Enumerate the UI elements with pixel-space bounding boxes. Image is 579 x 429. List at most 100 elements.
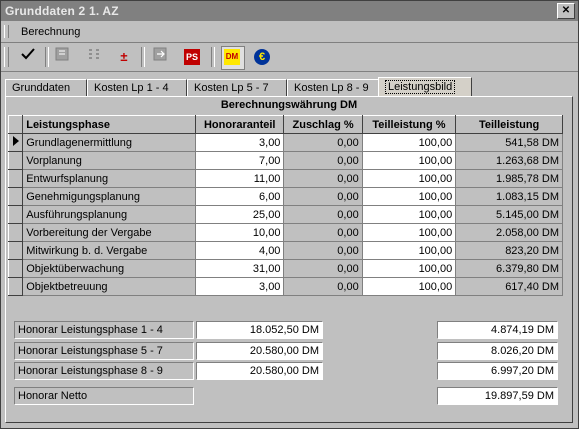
checkmark-icon[interactable] bbox=[17, 46, 39, 68]
cell-teilleistung: 1.985,78 DM bbox=[455, 169, 563, 188]
cell-teilleistung-pct[interactable]: 100,00 bbox=[361, 187, 457, 206]
honorar-lp-1-4-value: 18.052,50 DM bbox=[196, 321, 323, 339]
cell-honoraranteil[interactable]: 31,00 bbox=[195, 259, 285, 278]
cell-teilleistung: 1.263,68 DM bbox=[455, 151, 563, 170]
row-indicator[interactable] bbox=[7, 205, 24, 224]
cell-teilleistung-pct[interactable]: 100,00 bbox=[361, 205, 457, 224]
table-row[interactable]: Genehmigungsplanung 6,00 0,00 100,00 1.0… bbox=[7, 187, 563, 206]
table-row[interactable]: Objektüberwachung 31,00 0,00 100,00 6.37… bbox=[7, 259, 563, 278]
cell-phase: Mitwirkung b. d. Vergabe bbox=[22, 241, 197, 260]
honorar-lp-5-7-value: 20.580,00 DM bbox=[196, 342, 323, 360]
cell-zuschlag[interactable]: 0,00 bbox=[283, 187, 363, 206]
cell-honoraranteil[interactable]: 3,00 bbox=[195, 277, 285, 296]
table-row[interactable]: Entwurfsplanung 11,00 0,00 100,00 1.985,… bbox=[7, 169, 563, 188]
row-indicator[interactable] bbox=[7, 259, 24, 278]
toolbar-separator bbox=[45, 47, 49, 67]
teilleistung-lp-5-7-value: 8.026,20 DM bbox=[437, 342, 558, 360]
split-icon[interactable] bbox=[83, 46, 105, 68]
tab-leistungsbild-label: Leistungsbild bbox=[385, 80, 456, 94]
cell-honoraranteil[interactable]: 10,00 bbox=[195, 223, 285, 242]
cell-honoraranteil[interactable]: 6,00 bbox=[195, 187, 285, 206]
close-button[interactable]: ✕ bbox=[557, 3, 575, 19]
row-indicator[interactable] bbox=[7, 223, 24, 242]
euro-currency-icon[interactable]: € bbox=[251, 46, 273, 68]
leistungsbild-panel: Berechnungswährung DM Leistungsphase Hon… bbox=[5, 96, 573, 423]
cell-honoraranteil[interactable]: 4,00 bbox=[195, 241, 285, 260]
dm-label: DM bbox=[224, 49, 240, 65]
row-indicator[interactable] bbox=[7, 277, 24, 296]
row-indicator[interactable] bbox=[7, 241, 24, 260]
cell-zuschlag[interactable]: 0,00 bbox=[283, 133, 363, 152]
menu-grip[interactable] bbox=[4, 25, 9, 38]
header-teilleistung[interactable]: Teilleistung bbox=[455, 115, 563, 134]
menu-berechnung[interactable]: Berechnung bbox=[21, 26, 80, 38]
dm-currency-icon[interactable]: DM bbox=[221, 46, 245, 70]
table-row[interactable]: Mitwirkung b. d. Vergabe 4,00 0,00 100,0… bbox=[7, 241, 563, 260]
honorar-lp-5-7-label: Honorar Leistungsphase 5 - 7 bbox=[14, 342, 194, 360]
title-bar: Grunddaten 2 1. AZ ✕ bbox=[1, 1, 578, 21]
cell-phase: Genehmigungsplanung bbox=[22, 187, 197, 206]
leistungsphasen-grid: Leistungsphase Honoraranteil Zuschlag % … bbox=[7, 115, 563, 296]
honorar-netto-label: Honorar Netto bbox=[14, 387, 194, 405]
cell-honoraranteil[interactable]: 25,00 bbox=[195, 205, 285, 224]
cell-honoraranteil[interactable]: 11,00 bbox=[195, 169, 285, 188]
teilleistung-lp-8-9-value: 6.997,20 DM bbox=[437, 362, 558, 380]
window-title: Grunddaten 2 1. AZ bbox=[5, 4, 119, 18]
currency-caption: Berechnungswährung DM bbox=[8, 98, 570, 113]
table-row[interactable]: Grundlagenermittlung 3,00 0,00 100,00 54… bbox=[7, 133, 563, 152]
cell-zuschlag[interactable]: 0,00 bbox=[283, 169, 363, 188]
table-row[interactable]: Vorbereitung der Vergabe 10,00 0,00 100,… bbox=[7, 223, 563, 242]
toolbar-separator bbox=[141, 47, 145, 67]
export-icon[interactable] bbox=[149, 46, 171, 68]
cell-teilleistung: 617,40 DM bbox=[455, 277, 563, 296]
table-row[interactable]: Ausführungsplanung 25,00 0,00 100,00 5.1… bbox=[7, 205, 563, 224]
cell-honoraranteil[interactable]: 7,00 bbox=[195, 151, 285, 170]
honorar-lp-1-4-label: Honorar Leistungsphase 1 - 4 bbox=[14, 321, 194, 339]
current-row-icon[interactable] bbox=[7, 133, 24, 152]
cell-teilleistung-pct[interactable]: 100,00 bbox=[361, 169, 457, 188]
tab-kosten-lp-8-9[interactable]: Kosten Lp 8 - 9 bbox=[287, 79, 387, 97]
cell-teilleistung: 1.083,15 DM bbox=[455, 187, 563, 206]
cell-zuschlag[interactable]: 0,00 bbox=[283, 151, 363, 170]
ps-label: PS bbox=[184, 49, 200, 65]
cell-zuschlag[interactable]: 0,00 bbox=[283, 205, 363, 224]
honorar-netto-value: 19.897,59 DM bbox=[437, 387, 558, 405]
cell-teilleistung-pct[interactable]: 100,00 bbox=[361, 259, 457, 278]
plus-minus-icon[interactable]: ± bbox=[113, 46, 135, 68]
cell-zuschlag[interactable]: 0,00 bbox=[283, 277, 363, 296]
grid-header-row: Leistungsphase Honoraranteil Zuschlag % … bbox=[7, 115, 563, 134]
cell-honoraranteil[interactable]: 3,00 bbox=[195, 133, 285, 152]
cell-zuschlag[interactable]: 0,00 bbox=[283, 223, 363, 242]
cell-teilleistung-pct[interactable]: 100,00 bbox=[361, 223, 457, 242]
row-indicator-header bbox=[7, 115, 24, 134]
row-indicator[interactable] bbox=[7, 169, 24, 188]
cell-teilleistung-pct[interactable]: 100,00 bbox=[361, 133, 457, 152]
header-zuschlag[interactable]: Zuschlag % bbox=[283, 115, 363, 134]
table-row[interactable]: Objektbetreuung 3,00 0,00 100,00 617,40 … bbox=[7, 277, 563, 296]
cell-phase: Vorplanung bbox=[22, 151, 197, 170]
row-indicator[interactable] bbox=[7, 187, 24, 206]
ps-icon[interactable]: PS bbox=[181, 46, 203, 68]
menu-bar: Berechnung bbox=[1, 22, 578, 43]
header-teilleistung-pct[interactable]: Teilleistung % bbox=[361, 115, 457, 134]
cell-teilleistung: 541,58 DM bbox=[455, 133, 563, 152]
tab-leistungsbild[interactable]: Leistungsbild bbox=[378, 77, 472, 98]
tab-kosten-lp-1-4[interactable]: Kosten Lp 1 - 4 bbox=[87, 79, 187, 97]
cell-teilleistung: 823,20 DM bbox=[455, 241, 563, 260]
header-leistungsphase[interactable]: Leistungsphase bbox=[22, 115, 197, 134]
cell-teilleistung-pct[interactable]: 100,00 bbox=[361, 277, 457, 296]
cell-zuschlag[interactable]: 0,00 bbox=[283, 259, 363, 278]
cell-phase: Vorbereitung der Vergabe bbox=[22, 223, 197, 242]
cell-teilleistung-pct[interactable]: 100,00 bbox=[361, 151, 457, 170]
toolbar-separator bbox=[211, 47, 215, 67]
table-row[interactable]: Vorplanung 7,00 0,00 100,00 1.263,68 DM bbox=[7, 151, 563, 170]
cell-teilleistung-pct[interactable]: 100,00 bbox=[361, 241, 457, 260]
toolbar-grip[interactable] bbox=[4, 47, 9, 67]
cell-zuschlag[interactable]: 0,00 bbox=[283, 241, 363, 260]
tab-kosten-lp-5-7[interactable]: Kosten Lp 5 - 7 bbox=[187, 79, 287, 97]
calc-icon[interactable] bbox=[51, 46, 73, 68]
row-indicator[interactable] bbox=[7, 151, 24, 170]
honorar-lp-8-9-label: Honorar Leistungsphase 8 - 9 bbox=[14, 362, 194, 380]
header-honoraranteil[interactable]: Honoraranteil bbox=[195, 115, 285, 134]
tab-grunddaten[interactable]: Grunddaten bbox=[5, 79, 87, 97]
